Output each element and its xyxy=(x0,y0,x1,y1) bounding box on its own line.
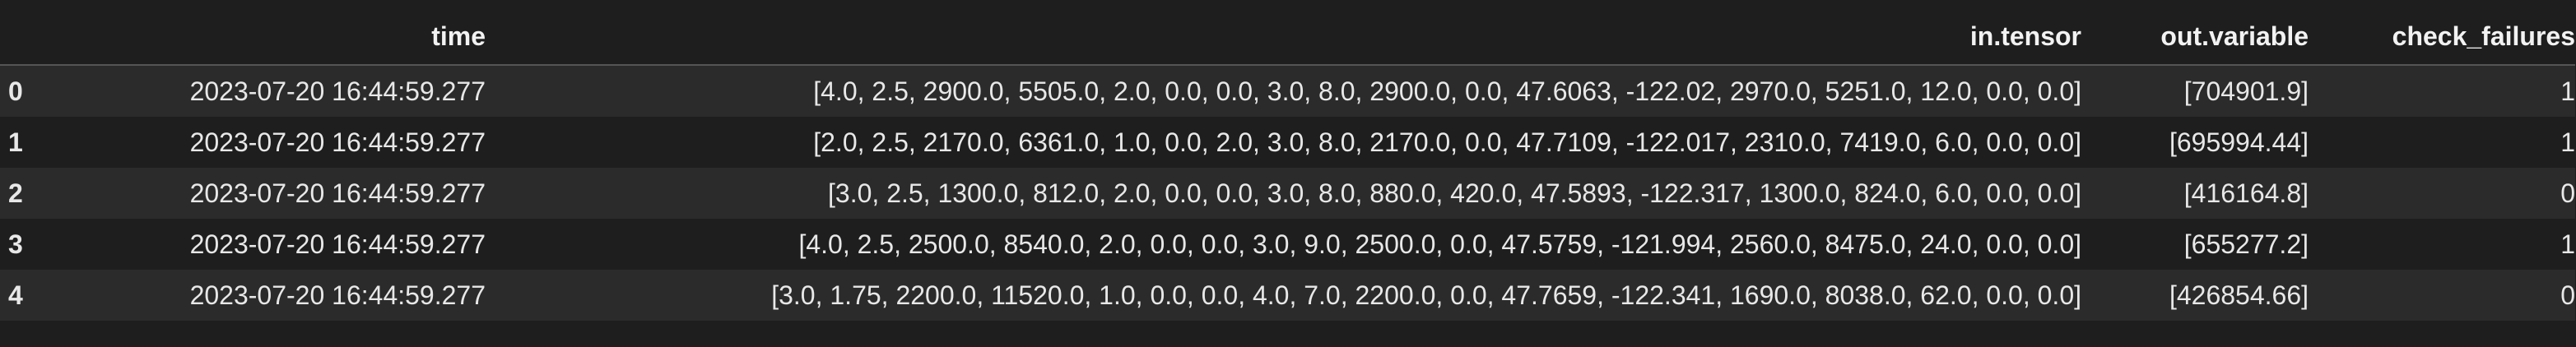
dataframe-table: time in.tensor out.variable check_failur… xyxy=(0,8,2575,321)
header-time: time xyxy=(38,8,486,66)
table-row: 3 2023-07-20 16:44:59.277 [4.0, 2.5, 250… xyxy=(0,219,2575,270)
header-check-failures: check_failures xyxy=(2309,8,2575,66)
cell-in-tensor: [4.0, 2.5, 2900.0, 5505.0, 2.0, 0.0, 0.0… xyxy=(813,76,2081,106)
header-row: time in.tensor out.variable check_failur… xyxy=(0,8,2575,66)
cell-time: 2023-07-20 16:44:59.277 xyxy=(189,76,486,106)
row-index: 4 xyxy=(8,280,23,310)
cell-time: 2023-07-20 16:44:59.277 xyxy=(189,229,486,259)
cell-time: 2023-07-20 16:44:59.277 xyxy=(189,127,486,157)
cell-in-tensor: [3.0, 2.5, 1300.0, 812.0, 2.0, 0.0, 0.0,… xyxy=(828,178,2081,208)
cell-check-failures: 1 xyxy=(2560,76,2575,106)
table-row: 2 2023-07-20 16:44:59.277 [3.0, 2.5, 130… xyxy=(0,168,2575,219)
table-row: 4 2023-07-20 16:44:59.277 [3.0, 1.75, 22… xyxy=(0,270,2575,321)
cell-check-failures: 1 xyxy=(2560,127,2575,157)
cell-out-variable: [655277.2] xyxy=(2183,229,2309,259)
row-index: 3 xyxy=(8,229,23,259)
cell-in-tensor: [4.0, 2.5, 2500.0, 8540.0, 2.0, 0.0, 0.0… xyxy=(798,229,2081,259)
cell-out-variable: [704901.9] xyxy=(2183,76,2309,106)
cell-in-tensor: [2.0, 2.5, 2170.0, 6361.0, 1.0, 0.0, 2.0… xyxy=(813,127,2081,157)
cell-out-variable: [426854.66] xyxy=(2169,280,2309,310)
table-row: 0 2023-07-20 16:44:59.277 [4.0, 2.5, 290… xyxy=(0,65,2575,117)
header-out-variable: out.variable xyxy=(2081,8,2309,66)
cell-time: 2023-07-20 16:44:59.277 xyxy=(189,178,486,208)
table-header: time in.tensor out.variable check_failur… xyxy=(0,8,2575,66)
cell-out-variable: [695994.44] xyxy=(2169,127,2309,157)
table-body: 0 2023-07-20 16:44:59.277 [4.0, 2.5, 290… xyxy=(0,65,2575,321)
header-in-tensor: in.tensor xyxy=(486,8,2081,66)
cell-check-failures: 0 xyxy=(2560,280,2575,310)
cell-in-tensor: [3.0, 1.75, 2200.0, 11520.0, 1.0, 0.0, 0… xyxy=(771,280,2081,310)
row-index: 2 xyxy=(8,178,23,208)
dataframe-output: time in.tensor out.variable check_failur… xyxy=(0,0,2576,347)
cell-out-variable: [416164.8] xyxy=(2183,178,2309,208)
cell-check-failures: 0 xyxy=(2560,178,2575,208)
row-index: 1 xyxy=(8,127,23,157)
row-index: 0 xyxy=(8,76,23,106)
table-row: 1 2023-07-20 16:44:59.277 [2.0, 2.5, 217… xyxy=(0,117,2575,168)
header-index xyxy=(0,8,38,66)
cell-time: 2023-07-20 16:44:59.277 xyxy=(189,280,486,310)
cell-check-failures: 1 xyxy=(2560,229,2575,259)
